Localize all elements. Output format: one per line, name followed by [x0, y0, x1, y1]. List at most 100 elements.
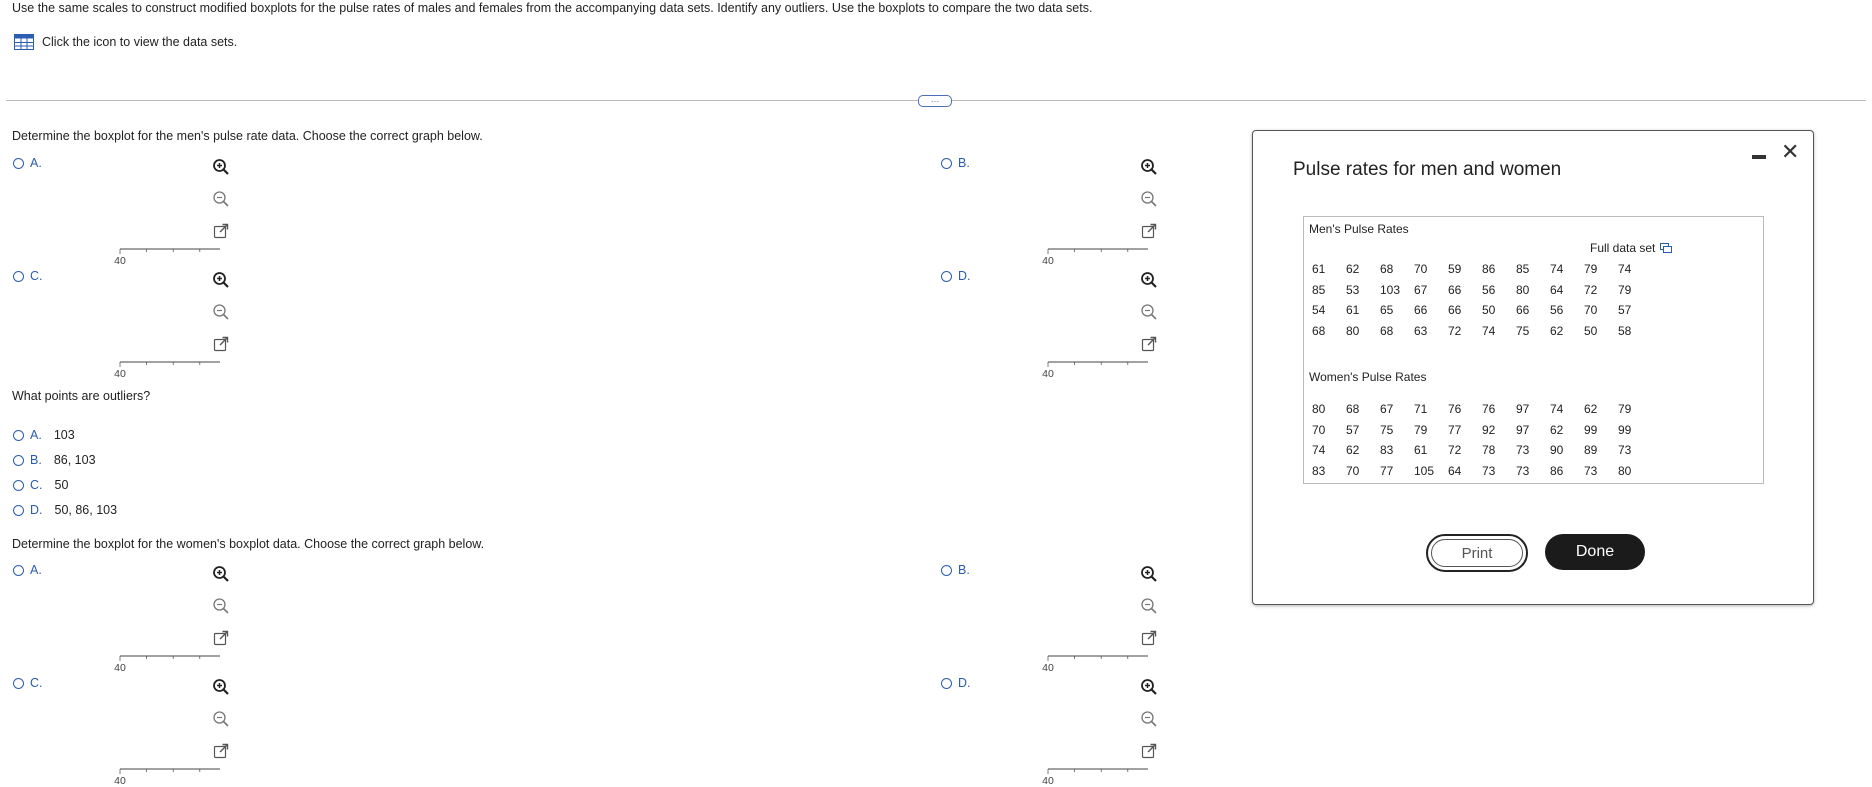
women-option-b-boxplot: ×405060708090100110	[1042, 655, 1148, 674]
data-cell: 62	[1346, 443, 1360, 458]
data-cell: 66	[1414, 303, 1428, 318]
men-option-d-radio[interactable]: D.	[941, 269, 971, 283]
data-cell: 64	[1448, 463, 1462, 478]
zoom-out-icon	[213, 598, 229, 614]
radio-circle	[13, 429, 24, 441]
option-label: A.	[30, 563, 42, 577]
outlier-option-a[interactable]: A. 103	[13, 428, 75, 442]
data-cell: 89	[1584, 443, 1598, 458]
men-option-b-zoom-in-button[interactable]	[1140, 158, 1158, 176]
radio-circle	[941, 157, 952, 169]
women-option-c-zoom-in-button[interactable]	[212, 678, 230, 696]
data-cell: 65	[1380, 303, 1394, 318]
men-option-c-zoom-in-button[interactable]	[212, 271, 230, 289]
outlier-option-c[interactable]: C. 50	[13, 478, 68, 492]
outlier-option-b[interactable]: B. 86, 103	[13, 453, 96, 467]
men-option-b-popout-button[interactable]	[1140, 222, 1158, 240]
women-option-b-popout-button[interactable]	[1140, 629, 1158, 647]
data-cell: 53	[1346, 282, 1360, 297]
data-cell: 97	[1516, 402, 1530, 417]
data-cell: 54	[1312, 303, 1326, 318]
women-option-d-zoom-in-button[interactable]	[1140, 678, 1158, 696]
women-option-a-boxplot: ×405060708090100110	[114, 655, 220, 674]
women-option-b-tick-label-40: 40	[1042, 662, 1054, 674]
women-option-b-radio[interactable]: B.	[941, 563, 970, 577]
women-option-b-zoom-out-button[interactable]	[1140, 597, 1158, 615]
data-cell: 71	[1414, 402, 1428, 417]
data-cell: 79	[1618, 402, 1632, 417]
men-option-c-radio[interactable]: C.	[13, 269, 43, 283]
women-option-a-zoom-out-button[interactable]	[212, 597, 230, 615]
women-option-c-zoom-out-button[interactable]	[212, 710, 230, 728]
women-option-d-popout-button[interactable]	[1140, 742, 1158, 760]
data-cell: 66	[1448, 282, 1462, 297]
minimize-button[interactable]	[1752, 155, 1766, 159]
women-option-a-popout-button[interactable]	[212, 629, 230, 647]
men-option-a-boxplot: ××405060708090100110	[114, 248, 220, 267]
data-cell: 73	[1516, 443, 1530, 458]
men-option-d-zoom-out-button[interactable]	[1140, 303, 1158, 321]
data-cell: 50	[1584, 323, 1598, 338]
men-option-c-popout-button[interactable]	[212, 335, 230, 353]
data-row: 68 80 68 63 72 74 75 62 50 58	[1312, 321, 1652, 342]
men-option-a-zoom-out-button[interactable]	[212, 190, 230, 208]
men-option-a-popout-button[interactable]	[212, 222, 230, 240]
data-panel: Men's Pulse Rates Full data set 61 62 68 70…	[1303, 216, 1764, 484]
men-option-a-zoom-in-button[interactable]	[212, 158, 230, 176]
women-option-c-radio[interactable]: C.	[13, 676, 43, 690]
zoom-out-icon	[213, 304, 229, 320]
data-row: 70 57 75 79 77 92 97 62 99 99	[1312, 420, 1652, 441]
data-cell: 72	[1584, 282, 1598, 297]
data-cell: 68	[1380, 323, 1394, 338]
zoom-out-icon	[213, 191, 229, 207]
outlier-option-d[interactable]: D. 50, 86, 103	[13, 503, 117, 517]
expand-more-button[interactable]: …	[918, 95, 952, 107]
data-cell: 70	[1346, 463, 1360, 478]
data-cell: 103	[1380, 282, 1401, 297]
data-cell: 62	[1550, 422, 1564, 437]
option-value: 103	[53, 428, 75, 442]
men-option-d-boxplot: ×405060708090100110	[1042, 361, 1148, 380]
men-option-a-radio[interactable]: A.	[13, 156, 42, 170]
option-label: D.	[30, 503, 43, 517]
data-cell: 63	[1414, 323, 1428, 338]
data-cell: 58	[1618, 323, 1632, 338]
data-cell: 62	[1550, 323, 1564, 338]
data-cell: 92	[1482, 422, 1496, 437]
full-data-set-link[interactable]: Full data set	[1590, 241, 1673, 255]
option-value: 50, 86, 103	[54, 503, 118, 517]
external-link-icon	[213, 223, 229, 239]
external-link-icon	[213, 743, 229, 759]
radio-circle	[13, 270, 24, 282]
data-cell: 70	[1414, 262, 1428, 277]
women-option-a-radio[interactable]: A.	[13, 563, 42, 577]
women-option-d-radio[interactable]: D.	[941, 676, 971, 690]
women-option-b-zoom-in-button[interactable]	[1140, 565, 1158, 583]
women-option-d-zoom-out-button[interactable]	[1140, 710, 1158, 728]
done-button[interactable]: Done	[1545, 534, 1645, 570]
external-link-icon	[213, 630, 229, 646]
option-label: C.	[30, 269, 43, 283]
option-label: D.	[958, 269, 971, 283]
men-option-d-popout-button[interactable]	[1140, 335, 1158, 353]
men-option-b-boxplot: ×405060708090100110	[1042, 248, 1148, 267]
close-icon[interactable]: ✕	[1781, 141, 1799, 163]
zoom-in-icon	[1141, 159, 1157, 175]
data-cell: 70	[1584, 303, 1598, 318]
women-option-a-zoom-in-button[interactable]	[212, 565, 230, 583]
external-link-icon	[1141, 743, 1157, 759]
men-option-b-radio[interactable]: B.	[941, 156, 970, 170]
women-option-a-tools	[212, 565, 230, 647]
men-option-d-zoom-in-button[interactable]	[1140, 271, 1158, 289]
option-label: C.	[30, 676, 43, 690]
view-data-link[interactable]: Click the icon to view the data sets.	[14, 34, 237, 50]
zoom-out-icon	[1141, 304, 1157, 320]
data-cell: 61	[1312, 262, 1326, 277]
men-option-b-zoom-out-button[interactable]	[1140, 190, 1158, 208]
women-option-d-tick-label-40: 40	[1042, 775, 1054, 787]
radio-circle	[13, 564, 24, 576]
men-option-c-zoom-out-button[interactable]	[212, 303, 230, 321]
view-data-label: Click the icon to view the data sets.	[42, 35, 238, 49]
women-option-c-popout-button[interactable]	[212, 742, 230, 760]
print-button[interactable]: Print	[1426, 534, 1528, 572]
